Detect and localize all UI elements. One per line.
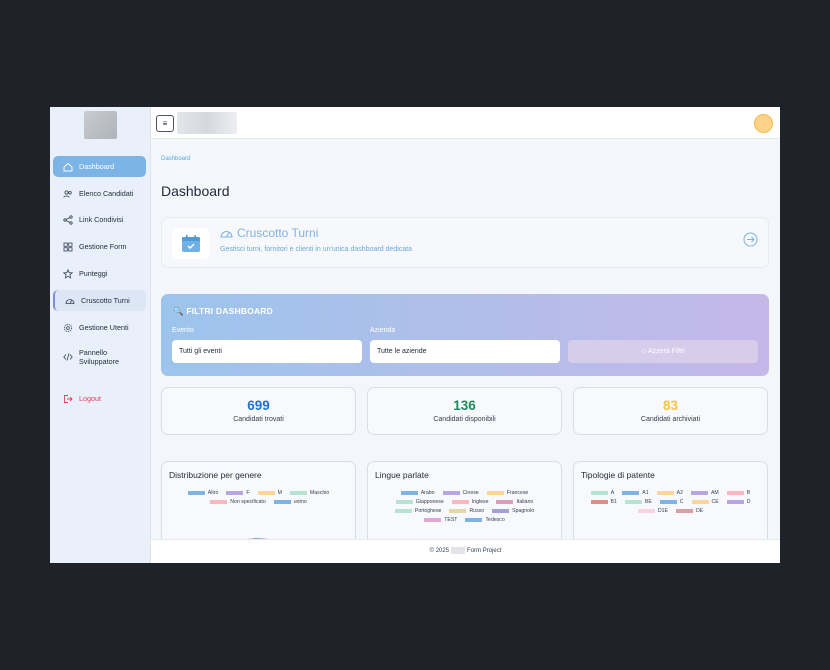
stat-card-archiviati: 83 Candidati archiviati xyxy=(573,387,768,435)
stat-card-trovati: 699 Candidati trovati xyxy=(161,387,356,435)
legend-item[interactable]: Tedesco xyxy=(465,517,505,523)
chart-title: Tipologie di patente xyxy=(581,470,655,480)
legend-item[interactable]: CE xyxy=(691,499,719,505)
sidebar-item-label: Logout xyxy=(79,394,101,403)
cruscotto-turni-card[interactable]: Cruscotto Turni Gestisci turni, fornitor… xyxy=(161,217,769,268)
stat-label: Candidati archiviati xyxy=(640,416,701,423)
home-icon xyxy=(63,162,73,172)
gauge-icon xyxy=(65,296,75,306)
grid-icon xyxy=(63,242,73,252)
sidebar-item-label: Gestione Utenti xyxy=(79,323,129,332)
chart-legend: A A1 A2 AM B B1 BE C CE D D1E DE xyxy=(582,490,759,514)
legend-item[interactable]: A xyxy=(590,490,614,496)
sidebar-item-cruscotto-turni[interactable]: Cruscotto Turni xyxy=(53,290,146,311)
legend-item[interactable]: uomo xyxy=(273,499,307,505)
cruscotto-title: Cruscotto Turni xyxy=(220,226,318,240)
legend-item[interactable]: Altro xyxy=(187,490,218,496)
sidebar-item-gestione-form[interactable]: Gestione Form xyxy=(53,236,146,257)
evento-select[interactable]: Tutti gli eventi xyxy=(172,340,362,363)
chart-title: Distribuzione per genere xyxy=(169,470,262,480)
sidebar-item-punteggi[interactable]: Punteggi xyxy=(53,263,146,284)
azienda-select[interactable]: Tutte le aziende xyxy=(370,340,560,363)
sidebar-item-label: Gestione Form xyxy=(79,242,127,251)
breadcrumb[interactable]: Dashboard xyxy=(161,156,190,162)
logout-icon xyxy=(63,394,73,404)
legend-item[interactable]: AM xyxy=(690,490,719,496)
app-logo xyxy=(84,111,117,139)
legend-item[interactable]: Arabo xyxy=(400,490,435,496)
filters-title: 🔍 FILTRI DASHBOARD xyxy=(173,306,273,316)
legend-item[interactable]: TEST xyxy=(424,517,457,523)
menu-toggle-button[interactable]: ≡ xyxy=(156,115,174,132)
sidebar-item-dashboard[interactable]: Dashboard xyxy=(53,156,146,177)
top-bar: ≡ xyxy=(151,107,780,139)
legend-item[interactable]: Francese xyxy=(486,490,528,496)
stat-label: Candidati trovati xyxy=(233,416,284,423)
legend-item[interactable]: A1 xyxy=(622,490,649,496)
chart-title: Lingue parlate xyxy=(375,470,429,480)
stat-label: Candidati disponibili xyxy=(433,416,496,423)
stat-card-disponibili: 136 Candidati disponibili xyxy=(367,387,562,435)
legend-item[interactable]: Giapponese xyxy=(395,499,444,505)
legend-item[interactable]: Inglese xyxy=(451,499,488,505)
filters-panel: 🔍 FILTRI DASHBOARD Evento Tutti gli even… xyxy=(161,294,769,376)
azienda-label: Azienda xyxy=(370,327,396,334)
legend-item[interactable]: Italiano xyxy=(496,499,533,505)
sidebar-item-label: Punteggi xyxy=(79,269,108,278)
sidebar: Dashboard Elenco Candidati Link Condivis… xyxy=(50,107,151,563)
chart-legend: Altro F M Maschio Non specificato uomo xyxy=(170,490,347,505)
sidebar-item-label: Pannello Sviluppatore xyxy=(79,348,119,366)
legend-item[interactable]: D1E xyxy=(637,508,668,514)
legend-item[interactable]: B1 xyxy=(590,499,617,505)
stat-value: 699 xyxy=(247,398,270,413)
stat-value: 83 xyxy=(662,398,679,413)
sidebar-item-label: Elenco Candidati xyxy=(79,189,134,198)
sidebar-item-pannello-sviluppatore[interactable]: Pannello Sviluppatore xyxy=(53,344,146,370)
sidebar-item-label: Cruscotto Turni xyxy=(81,296,130,305)
legend-item[interactable]: Spagnolo xyxy=(492,508,534,514)
legend-item[interactable]: B xyxy=(726,490,750,496)
legend-item[interactable]: BE xyxy=(624,499,652,505)
users-icon xyxy=(63,189,73,199)
legend-item[interactable]: DE xyxy=(675,508,703,514)
evento-label: Evento xyxy=(172,327,194,334)
reset-filters-button[interactable]: ◇ Azzera Filtri xyxy=(568,340,758,363)
cruscotto-description: Gestisci turni, fornitori e clienti in u… xyxy=(220,246,412,253)
sidebar-item-link-condivisi[interactable]: Link Condivisi xyxy=(53,209,146,230)
stat-value: 136 xyxy=(453,398,476,413)
legend-item[interactable]: A2 xyxy=(656,490,683,496)
arrow-right-icon[interactable] xyxy=(743,232,758,252)
brand-name-redacted xyxy=(451,546,466,554)
legend-item[interactable]: C xyxy=(659,499,684,505)
legend-item[interactable]: Portoghese xyxy=(394,508,441,514)
page-title: Dashboard xyxy=(161,183,230,199)
footer: © 2025 Form Project xyxy=(151,539,780,563)
star-icon xyxy=(63,268,73,279)
gear-icon xyxy=(63,323,73,333)
app-window: Dashboard Elenco Candidati Link Condivis… xyxy=(50,107,780,563)
gauge-icon xyxy=(220,228,233,239)
legend-item[interactable]: Non specificato xyxy=(210,499,266,505)
sidebar-item-logout[interactable]: Logout xyxy=(53,388,146,409)
chart-legend: Arabo Cinese Francese Giapponese Inglese… xyxy=(376,490,553,523)
legend-item[interactable]: F xyxy=(226,490,250,496)
sidebar-item-gestione-utenti[interactable]: Gestione Utenti xyxy=(53,317,146,338)
avatar[interactable] xyxy=(754,114,773,133)
calendar-icon xyxy=(172,228,210,259)
legend-item[interactable]: Maschio xyxy=(289,490,329,496)
sidebar-item-label: Dashboard xyxy=(79,162,115,171)
sidebar-item-elenco-candidati[interactable]: Elenco Candidati xyxy=(53,183,146,204)
code-icon xyxy=(63,352,73,362)
legend-item[interactable]: Cinese xyxy=(442,490,479,496)
legend-item[interactable]: Russo xyxy=(449,508,484,514)
sidebar-item-label: Link Condivisi xyxy=(79,215,124,224)
legend-item[interactable]: M xyxy=(257,490,282,496)
share-icon xyxy=(63,214,73,225)
legend-item[interactable]: D xyxy=(726,499,751,505)
brand-logo xyxy=(177,112,237,134)
